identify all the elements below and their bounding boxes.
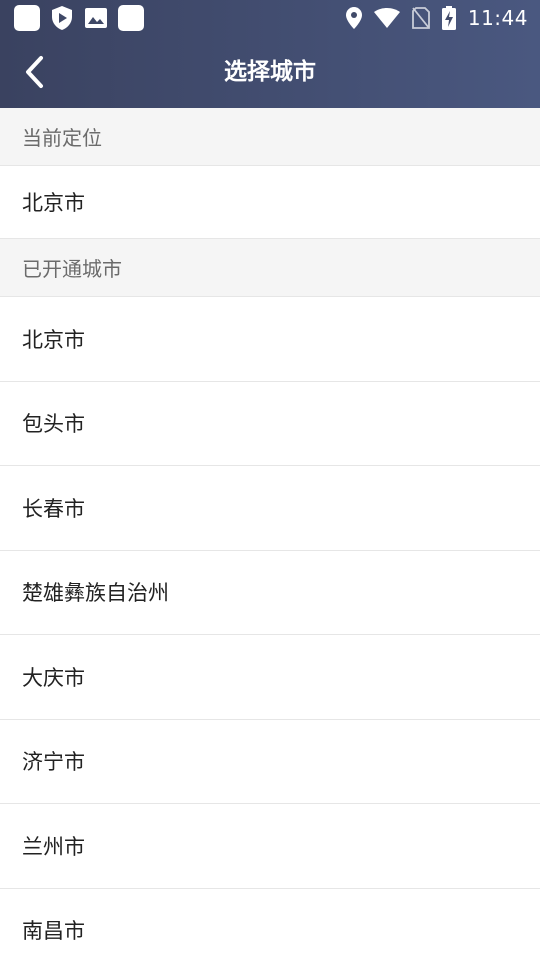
app-square-icon xyxy=(14,5,40,31)
select-city-screen: 11:44 选择城市 当前定位 北京市 已开通城市 北京市 包头市 长春市 楚雄… xyxy=(0,0,540,960)
status-bar: 11:44 xyxy=(0,0,540,36)
city-list: 当前定位 北京市 已开通城市 北京市 包头市 长春市 楚雄彝族自治州 大庆市 济… xyxy=(0,108,540,960)
city-item[interactable]: 长春市 xyxy=(0,466,540,551)
status-left-icons xyxy=(14,5,144,31)
section-header-open-cities: 已开通城市 xyxy=(0,239,540,297)
city-item[interactable]: 大庆市 xyxy=(0,635,540,720)
current-location-city[interactable]: 北京市 xyxy=(0,166,540,239)
city-item[interactable]: 兰州市 xyxy=(0,804,540,889)
battery-charging-icon xyxy=(441,6,456,30)
no-sim-icon xyxy=(411,7,430,29)
status-time: 11:44 xyxy=(467,6,528,30)
page-title: 选择城市 xyxy=(224,59,316,85)
city-item[interactable]: 北京市 xyxy=(0,297,540,382)
city-item[interactable]: 济宁市 xyxy=(0,719,540,804)
location-icon xyxy=(345,7,362,29)
app-square-icon xyxy=(118,5,144,31)
section-header-current-location: 当前定位 xyxy=(0,108,540,166)
city-item[interactable]: 南昌市 xyxy=(0,888,540,960)
wifi-icon xyxy=(373,8,400,28)
app-bar: 选择城市 xyxy=(0,36,540,108)
status-right-icons: 11:44 xyxy=(345,4,528,32)
city-item[interactable]: 楚雄彝族自治州 xyxy=(0,550,540,635)
city-item[interactable]: 包头市 xyxy=(0,381,540,466)
header-area: 11:44 选择城市 xyxy=(0,0,540,108)
shield-icon xyxy=(50,5,74,31)
image-icon xyxy=(84,6,108,30)
